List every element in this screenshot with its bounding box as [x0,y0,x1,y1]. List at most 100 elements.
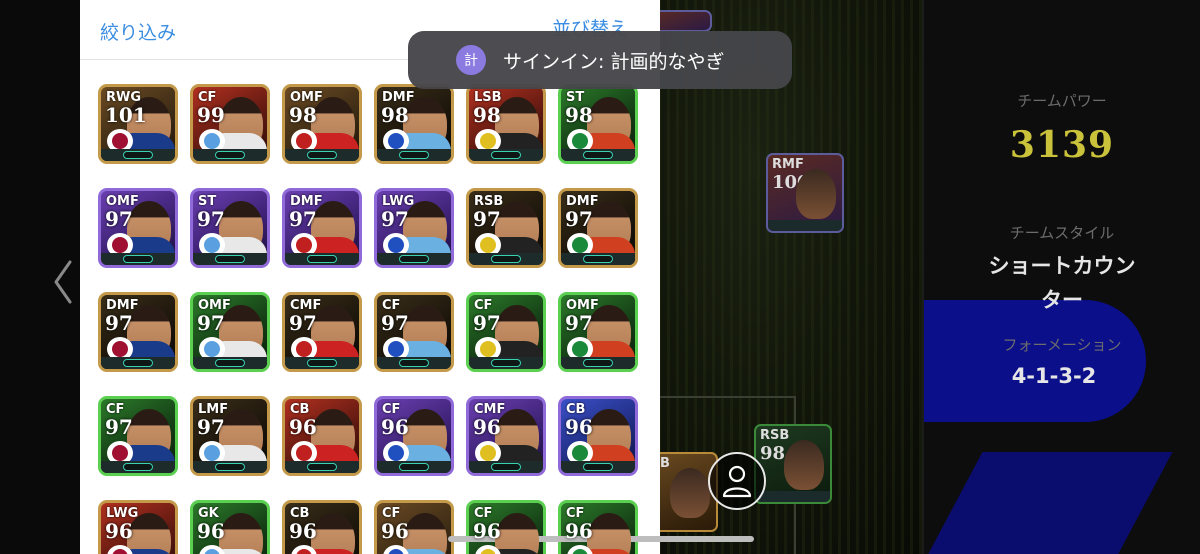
player-rating: 98 [565,103,593,127]
player-card[interactable]: RWG 101 [98,84,178,164]
profile-button[interactable] [708,452,766,510]
player-card[interactable]: CB 96 [282,500,362,554]
player-portrait [796,169,836,219]
player-rating: 96 [289,519,317,543]
player-card[interactable]: CMF 96 [466,396,546,476]
team-power-value: 3139 [1009,124,1115,166]
card-type-indicator [193,149,267,161]
player-card[interactable]: CB 96 [558,396,638,476]
player-card[interactable]: LMF 97 [190,396,270,476]
player-card[interactable]: GK 96 [190,500,270,554]
player-rating: 98 [381,103,409,127]
signin-toast: 計 サインイン: 計画的なやぎ [408,31,792,89]
player-rating: 97 [197,207,225,231]
player-card[interactable]: CF 99 [190,84,270,164]
team-style-value-line2: ター [1041,288,1083,312]
card-type-indicator [561,253,635,265]
team-power-label: チームパワー [1017,92,1107,110]
player-portrait [311,513,355,554]
player-rating: 96 [473,415,501,439]
player-rating: 98 [289,103,317,127]
formation-value[interactable]: 4-1-3-2 [944,364,1164,388]
player-rating: 97 [473,311,501,335]
card-type-indicator [377,253,451,265]
player-card[interactable]: CF 96 [374,396,454,476]
player-rating: 97 [381,311,409,335]
signin-message: サインイン: 計画的なやぎ [503,51,725,73]
player-card[interactable]: ST 98 [558,84,638,164]
player-rating: 97 [289,311,317,335]
player-card[interactable]: CF 96 [466,500,546,554]
player-rating: 97 [105,207,133,231]
player-rating: 97 [197,415,225,439]
player-card[interactable]: ST 97 [190,188,270,268]
card-type-indicator [285,461,359,473]
player-card[interactable]: CB 96 [282,396,362,476]
field-player-rating: 98 [760,443,786,464]
player-card[interactable]: CF 96 [558,500,638,554]
card-type-indicator [377,149,451,161]
player-card[interactable]: CF 97 [374,292,454,372]
player-rating: 96 [289,415,317,439]
player-card[interactable]: CMF 97 [282,292,362,372]
player-card-grid: RWG 101 CF 99 OMF 98 DMF 98 LSB 98 ST 98 OMF 97 ST 97 DM… [98,84,644,554]
card-type-indicator [469,461,543,473]
person-icon [722,465,752,498]
card-type-indicator [193,461,267,473]
card-type-indicator [377,461,451,473]
player-card[interactable]: OMF 98 [282,84,362,164]
field-player-card[interactable]: RSB 98 [754,424,832,504]
card-type-indicator [101,357,175,369]
player-card[interactable]: OMF 97 [190,292,270,372]
player-rating: 96 [381,519,409,543]
player-rating: 99 [197,103,225,127]
card-type-indicator [101,253,175,265]
player-card[interactable]: DMF 98 [374,84,454,164]
field-player-card[interactable]: RMF 100 [766,153,844,233]
player-rating: 96 [565,415,593,439]
player-rating: 97 [105,415,133,439]
player-portrait [784,440,824,490]
player-card[interactable]: CF 96 [374,500,454,554]
card-type-indicator [469,253,543,265]
player-card[interactable]: LWG 96 [98,500,178,554]
formation-highlight [924,300,1146,422]
team-info-panel: チームパワー 3139 チームスタイル ショートカウン ター フォーメーション … [924,0,1200,554]
player-card[interactable]: CF 97 [98,396,178,476]
player-rating: 96 [105,519,133,543]
player-rating: 96 [565,519,593,543]
formation-label: フォーメーション [1002,336,1122,354]
player-card[interactable]: CF 97 [466,292,546,372]
player-card[interactable]: DMF 97 [558,188,638,268]
player-rating: 97 [105,311,133,335]
player-rating: 97 [565,311,593,335]
player-rating: 97 [473,207,501,231]
chevron-left-icon[interactable] [50,258,76,306]
card-type-indicator [193,253,267,265]
player-rating: 97 [565,207,593,231]
signin-avatar-icon: 計 [456,45,486,75]
player-portrait [670,468,710,518]
player-card[interactable]: OMF 97 [558,292,638,372]
card-type-indicator [561,461,635,473]
player-card[interactable]: LSB 98 [466,84,546,164]
card-footer [756,491,830,502]
player-portrait [587,513,631,554]
card-type-indicator [193,357,267,369]
player-rating: 97 [197,311,225,335]
player-portrait [403,513,447,554]
player-card[interactable]: LWG 97 [374,188,454,268]
player-card[interactable]: RSB 97 [466,188,546,268]
filter-button[interactable]: 絞り込み [100,18,176,45]
player-portrait [219,513,263,554]
card-type-indicator [285,253,359,265]
card-type-indicator [285,357,359,369]
player-rating: 96 [381,415,409,439]
card-type-indicator [101,461,175,473]
player-card[interactable]: OMF 97 [98,188,178,268]
card-type-indicator [377,357,451,369]
player-rating: 98 [473,103,501,127]
player-card[interactable]: DMF 97 [98,292,178,372]
player-card[interactable]: DMF 97 [282,188,362,268]
card-type-indicator [561,149,635,161]
